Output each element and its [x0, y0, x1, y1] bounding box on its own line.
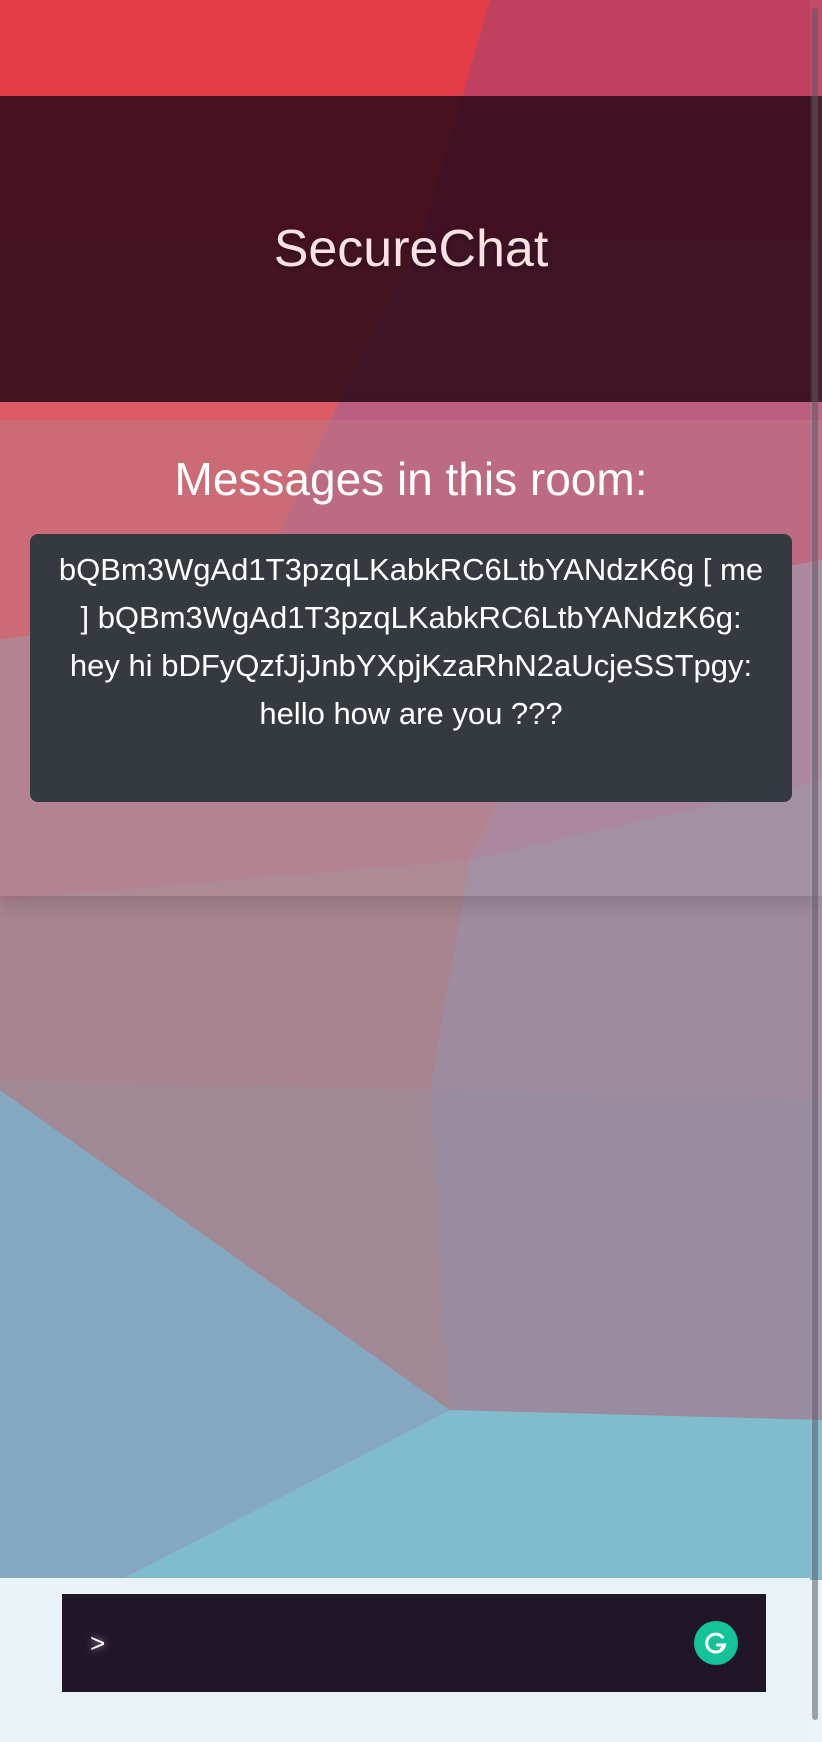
message-input[interactable]	[117, 1612, 682, 1674]
app-header: SecureChat	[0, 96, 822, 402]
grammarly-glyph-icon	[705, 1632, 727, 1654]
room-heading: Messages in this room:	[174, 453, 648, 505]
messages-list: bQBm3WgAd1T3pzqLKabkRC6LtbYANdzK6g [ me …	[30, 534, 792, 802]
composer-bar[interactable]: >	[62, 1594, 766, 1692]
app-title: SecureChat	[273, 220, 549, 278]
page: SecureChat Messages in this room: bQBm3W…	[0, 0, 822, 1742]
composer-footer: >	[0, 1578, 810, 1742]
message-item: bDFyQzfJjJnbYXpjKzaRhN2aUcjeSSTpgy: hell…	[161, 648, 753, 731]
vertical-scrollbar[interactable]	[810, 0, 822, 1742]
room-panel: Messages in this room: bQBm3WgAd1T3pzqLK…	[0, 402, 822, 896]
prompt-symbol: >	[90, 1627, 106, 1658]
scrollbar-thumb[interactable]	[812, 8, 818, 1720]
grammarly-icon[interactable]	[694, 1621, 738, 1665]
